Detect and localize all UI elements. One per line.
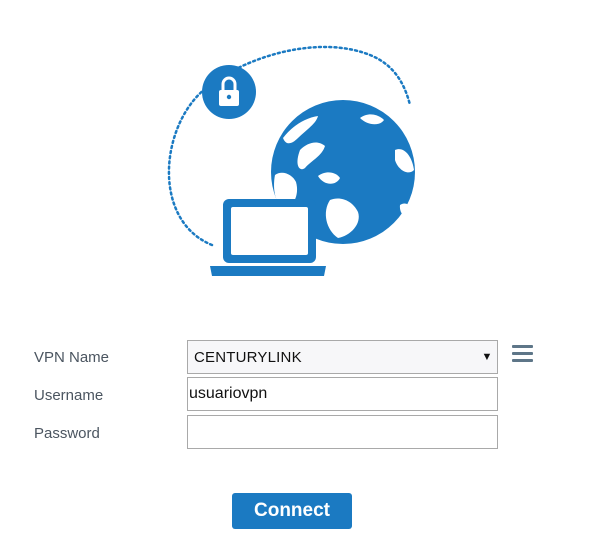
vpn-name-select[interactable]: CENTURYLINK ▼ bbox=[187, 340, 498, 374]
hamburger-menu-icon[interactable] bbox=[512, 345, 536, 367]
vpn-login-page: VPN Name Username Password CENTURYLINK ▼… bbox=[0, 0, 595, 559]
vpn-name-label: VPN Name bbox=[34, 349, 110, 366]
password-label: Password bbox=[34, 425, 100, 442]
connect-button[interactable]: Connect bbox=[232, 493, 352, 529]
password-input[interactable] bbox=[187, 415, 498, 449]
vpn-form: VPN Name Username Password CENTURYLINK ▼… bbox=[0, 0, 595, 559]
username-input[interactable] bbox=[187, 377, 498, 411]
vpn-name-selected-value: CENTURYLINK bbox=[194, 348, 302, 366]
username-label: Username bbox=[34, 387, 104, 404]
dropdown-arrow-icon: ▼ bbox=[481, 351, 493, 363]
